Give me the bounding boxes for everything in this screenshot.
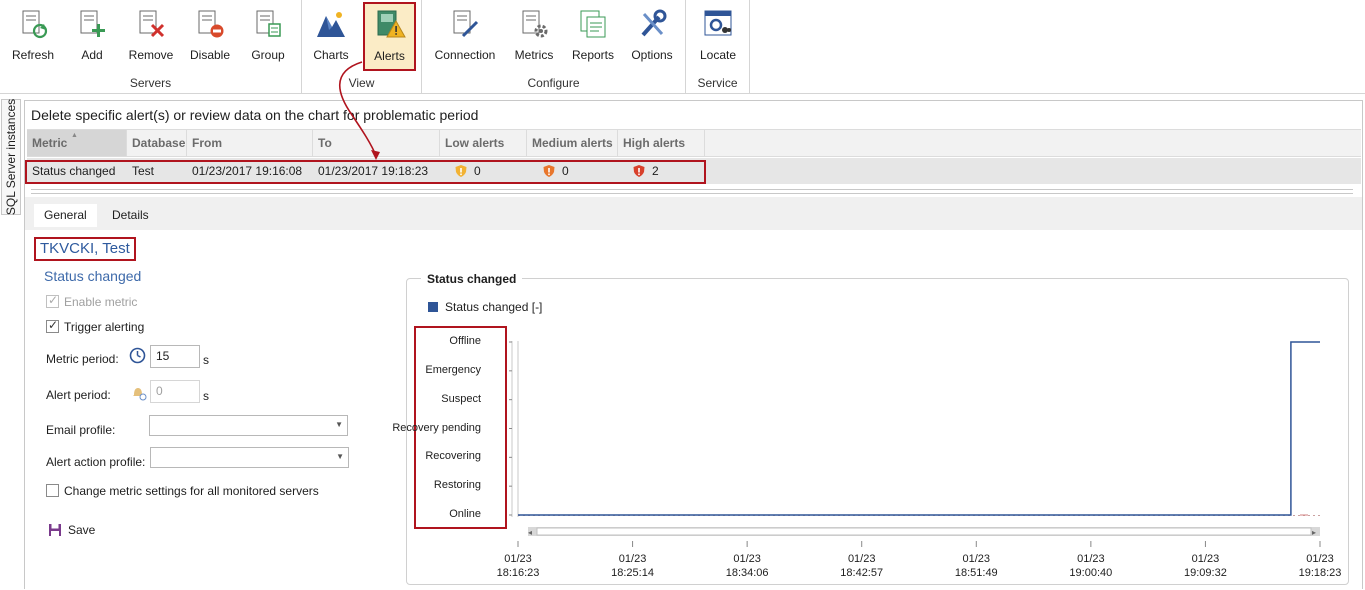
group-label: Group: [251, 48, 285, 62]
reports-icon: [580, 10, 606, 38]
status-chart: ◂ ▸: [509, 341, 1321, 547]
chart-scrollbar-thumb: [536, 527, 1312, 536]
disable-server-icon: [198, 10, 224, 38]
refresh-label: Refresh: [11, 48, 55, 62]
series-line: [518, 341, 1320, 516]
remove-server-icon: [139, 10, 165, 38]
group-name-servers: Servers: [129, 76, 172, 90]
remove-server-button[interactable]: Remove: [123, 4, 179, 66]
add-server-button[interactable]: Add: [64, 4, 120, 66]
group-name-service: Service: [697, 76, 738, 90]
options-button[interactable]: Options: [624, 4, 680, 66]
alerts-panel: Delete specific alert(s) or review data …: [24, 100, 1363, 589]
charts-label: Charts: [313, 48, 349, 62]
metrics-icon: [522, 10, 548, 38]
ribbon-group-service: Locate Service: [686, 0, 750, 94]
ribbon-group-view: Charts Alerts View: [302, 0, 422, 94]
sql-server-instances-tab[interactable]: SQL Server instances: [1, 99, 21, 215]
alerts-button[interactable]: Alerts: [363, 2, 416, 71]
locate-label: Locate: [699, 48, 737, 62]
charts-button[interactable]: Charts: [303, 4, 359, 66]
alerts-label: Alerts: [374, 49, 405, 63]
group-name-view: View: [348, 76, 375, 90]
ribbon-group-servers: Refresh Add Remove Disable Group Servers: [0, 0, 302, 94]
options-icon: [641, 9, 667, 37]
disable-server-button[interactable]: Disable: [182, 4, 238, 66]
add-server-icon: [80, 10, 105, 37]
group-name-configure: Configure: [527, 76, 580, 90]
locate-icon: [704, 10, 732, 36]
scroll-right-arrow: ▸: [1312, 528, 1316, 537]
metrics-button[interactable]: Metrics: [506, 4, 562, 66]
charts-icon: [317, 12, 345, 37]
group-server-button[interactable]: Group: [240, 4, 296, 66]
metrics-label: Metrics: [514, 48, 554, 62]
sidetab-label: SQL Server instances: [4, 98, 18, 216]
remove-label: Remove: [128, 48, 174, 62]
refresh-button[interactable]: Refresh: [5, 4, 61, 66]
locate-button[interactable]: Locate: [690, 4, 746, 66]
ribbon-toolbar: Refresh Add Remove Disable Group Servers…: [0, 0, 1365, 94]
connection-icon: [453, 10, 479, 38]
reports-label: Reports: [571, 48, 615, 62]
refresh-icon: [22, 10, 48, 39]
connection-label: Connection: [434, 48, 496, 62]
add-label: Add: [81, 48, 103, 62]
alerts-icon: [377, 10, 406, 38]
ribbon-group-configure: Connection Metrics Reports Options Confi…: [422, 0, 686, 94]
scroll-left-arrow: ◂: [528, 528, 532, 537]
connection-button[interactable]: Connection: [435, 4, 495, 66]
group-server-icon: [256, 10, 281, 37]
options-label: Options: [631, 48, 673, 62]
reports-button[interactable]: Reports: [565, 4, 621, 66]
